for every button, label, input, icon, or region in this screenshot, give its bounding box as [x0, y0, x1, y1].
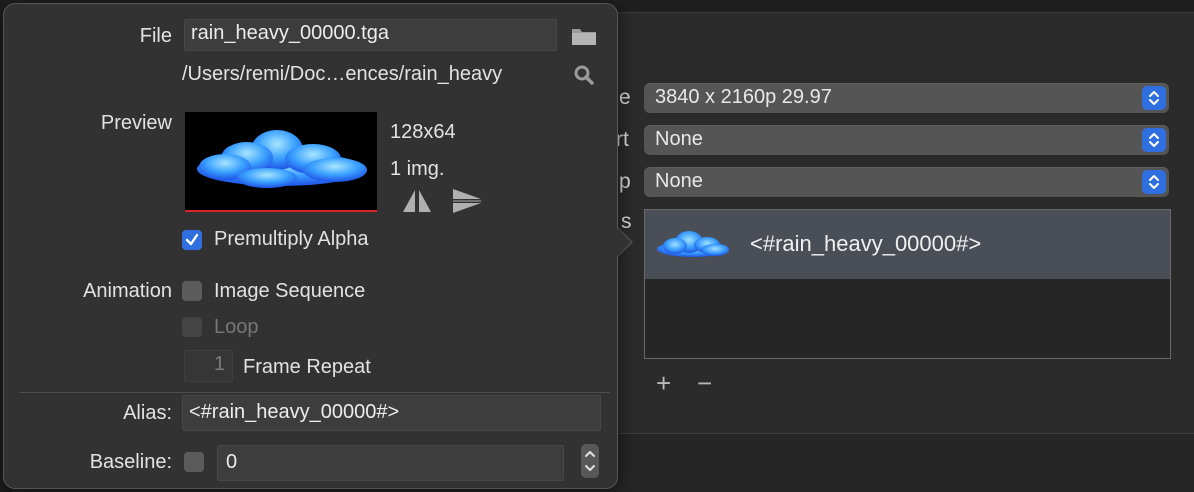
stepper-chevrons-icon — [585, 451, 595, 471]
select-chevrons-icon — [1142, 170, 1166, 194]
preview-red-line — [185, 210, 377, 212]
frame-repeat-label: Frame Repeat — [243, 356, 371, 378]
baseline-field[interactable]: 0 — [217, 445, 564, 481]
second-select-value: None — [655, 128, 703, 150]
clipped-label-1: e — [619, 86, 631, 109]
filename-field[interactable]: rain_heavy_00000.tga — [184, 19, 557, 51]
cloud-thumbnail — [657, 231, 729, 257]
baseline-label: Baseline: — [89, 451, 172, 473]
popover-separator — [20, 392, 610, 393]
loop-checkbox[interactable] — [182, 317, 202, 337]
second-select[interactable]: None — [644, 125, 1169, 155]
magnifier-icon[interactable] — [573, 64, 595, 86]
animation-label: Animation — [83, 280, 172, 302]
third-select[interactable]: None — [644, 167, 1169, 197]
preview-image — [185, 112, 377, 212]
checkmark-icon — [185, 233, 199, 246]
image-sequence-checkbox[interactable] — [182, 281, 202, 301]
media-list[interactable]: <#rain_heavy_00000#> — [644, 209, 1171, 359]
alias-label: Alias: — [123, 402, 172, 424]
add-button[interactable]: + — [656, 370, 671, 396]
format-select[interactable]: 3840 x 2160p 29.97 — [644, 83, 1169, 113]
frame-repeat-value: 1 — [214, 353, 226, 375]
baseline-checkbox[interactable] — [184, 452, 204, 472]
premultiply-checkbox[interactable] — [182, 230, 202, 250]
flip-vertical-icon[interactable] — [451, 188, 483, 214]
alias-value: <#rain_heavy_00000#> — [189, 401, 400, 423]
media-list-item[interactable]: <#rain_heavy_00000#> — [645, 210, 1170, 279]
third-select-value: None — [655, 170, 703, 192]
filename-value: rain_heavy_00000.tga — [191, 22, 389, 44]
preview-label: Preview — [100, 112, 172, 134]
baseline-stepper[interactable] — [581, 444, 599, 478]
image-sequence-label: Image Sequence — [214, 280, 366, 302]
popover-arrow — [611, 222, 631, 262]
flip-horizontal-icon[interactable] — [401, 188, 433, 214]
loop-label: Loop — [214, 316, 259, 338]
file-path: /Users/remi/Doc…ences/rain_heavy — [182, 63, 503, 85]
baseline-value: 0 — [226, 451, 238, 473]
clipped-label-3: p — [619, 170, 631, 193]
alias-field[interactable]: <#rain_heavy_00000#> — [182, 395, 601, 431]
panel-divider — [560, 433, 1194, 434]
image-popover: File rain_heavy_00000.tga /Users/remi/Do… — [3, 3, 618, 489]
remove-button[interactable]: − — [697, 370, 712, 396]
preview-size: 128x64 — [390, 121, 456, 143]
folder-icon[interactable] — [571, 26, 597, 46]
select-chevrons-icon — [1142, 128, 1166, 152]
frame-repeat-field[interactable]: 1 — [184, 350, 233, 382]
preview-count: 1 img. — [390, 158, 445, 180]
format-select-value: 3840 x 2160p 29.97 — [655, 86, 832, 108]
media-item-label: <#rain_heavy_00000#> — [750, 231, 982, 256]
premultiply-label: Premultiply Alpha — [214, 228, 369, 250]
file-label: File — [139, 25, 172, 47]
cloud-preview-icon — [197, 130, 367, 188]
select-chevrons-icon — [1142, 86, 1166, 110]
